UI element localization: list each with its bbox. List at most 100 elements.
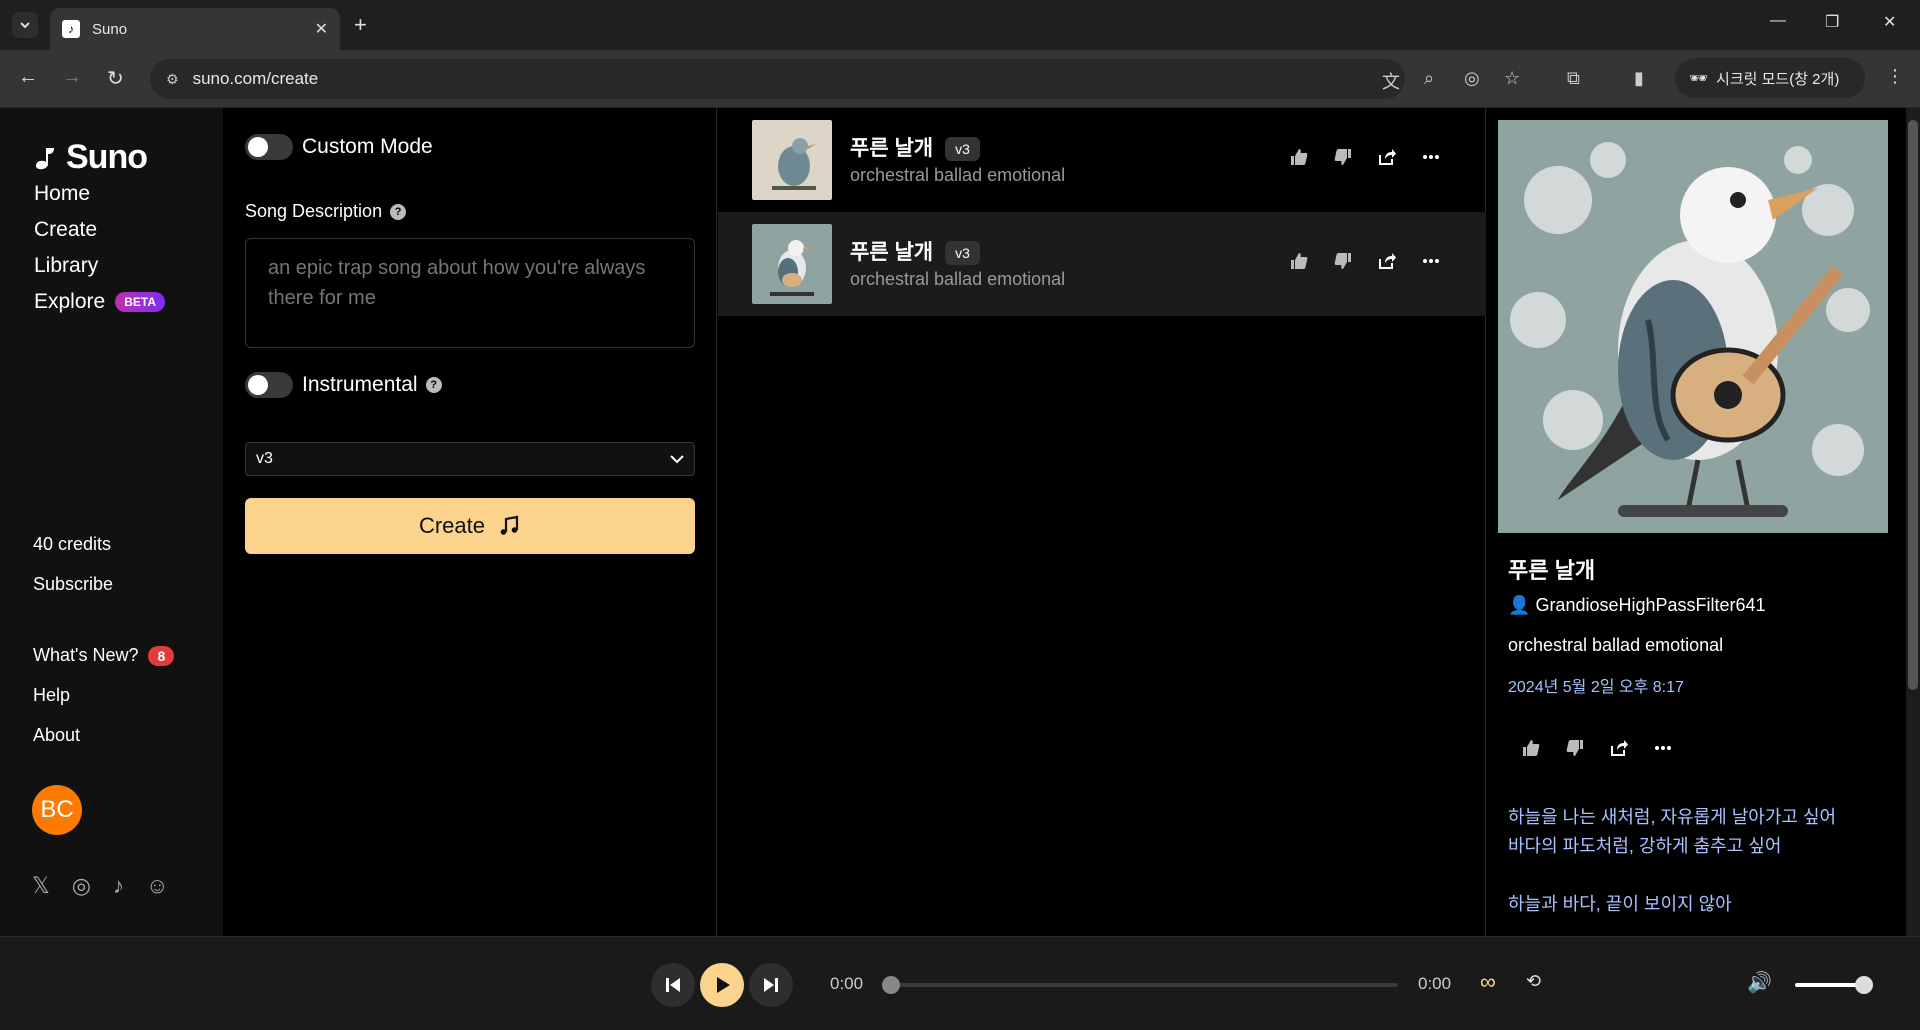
next-track-button[interactable] [749, 963, 793, 1007]
instrumental-label: Instrumental [302, 373, 418, 396]
more-options-icon[interactable] [1652, 737, 1674, 759]
detail-user[interactable]: 👤 GrandioseHighPassFilter641 [1508, 595, 1766, 616]
minimize-icon[interactable]: — [1770, 12, 1786, 30]
close-window-icon[interactable]: ✕ [1883, 12, 1896, 32]
song-description-input[interactable] [245, 238, 695, 348]
model-selected-value: v3 [256, 450, 273, 467]
tab-search-button[interactable] [12, 12, 38, 38]
new-tab-icon[interactable]: + [354, 12, 367, 38]
song-actions [1288, 250, 1442, 272]
chrome-menu-icon[interactable]: ⋮ [1886, 66, 1904, 87]
song-thumbnail[interactable] [752, 224, 832, 304]
help-icon[interactable]: ? [425, 377, 442, 394]
version-badge: v3 [945, 241, 980, 266]
side-panel-icon[interactable]: ▮ [1634, 68, 1644, 89]
bookmark-star-icon[interactable]: ☆ [1504, 68, 1520, 89]
nav-create[interactable]: Create [34, 218, 97, 242]
translate-icon[interactable]: 文 [1382, 68, 1400, 94]
subscribe-link[interactable]: Subscribe [33, 574, 113, 595]
address-bar[interactable]: ⚙ suno.com/create [150, 59, 1405, 99]
chevron-down-icon [20, 22, 30, 29]
site-info-icon[interactable]: ⚙ [166, 71, 179, 88]
instrumental-heading: Instrumental? [302, 373, 442, 397]
nav-library-label: Library [34, 254, 99, 277]
share-icon[interactable] [1376, 146, 1398, 168]
incognito-icon: 🕶 [1689, 70, 1709, 87]
whats-new-badge: 8 [148, 646, 175, 666]
tiktok-icon[interactable]: ♪ [113, 873, 124, 899]
thumbs-up-icon[interactable] [1288, 146, 1310, 168]
detail-actions [1520, 737, 1674, 759]
suno-app: Suno Home Create Library Explore BETA 40 … [0, 108, 1920, 936]
share-icon[interactable] [1376, 250, 1398, 272]
nav-home[interactable]: Home [34, 182, 90, 206]
chevron-down-icon [670, 455, 684, 464]
volume-icon[interactable]: 🔊 [1747, 970, 1772, 995]
song-actions [1288, 146, 1442, 168]
more-options-icon[interactable] [1420, 250, 1442, 272]
thumbs-up-icon[interactable] [1520, 737, 1542, 759]
about-link[interactable]: About [33, 725, 80, 746]
lyric-line [1508, 861, 1888, 890]
instrumental-toggle[interactable] [245, 372, 293, 398]
restore-icon[interactable]: ❐ [1825, 12, 1839, 32]
extensions-icon[interactable]: ⧉ [1567, 68, 1580, 89]
model-select[interactable]: v3 [245, 442, 695, 476]
progress-bar[interactable] [882, 976, 1398, 994]
song-title[interactable]: 푸른 날개 v3 [850, 132, 980, 162]
whats-new-link[interactable]: What's New? 8 [33, 645, 175, 666]
song-title-text: 푸른 날개 [850, 241, 934, 264]
infinite-loop-icon[interactable]: ∞ [1480, 969, 1496, 995]
play-icon [717, 977, 730, 993]
browser-tab-suno[interactable]: ♪ Suno ✕ [50, 8, 340, 50]
volume-slider[interactable] [1795, 976, 1873, 994]
reload-icon[interactable]: ↻ [107, 66, 124, 91]
nav-explore[interactable]: Explore BETA [34, 290, 165, 314]
share-icon[interactable] [1608, 737, 1630, 759]
repeat-icon[interactable]: ⟲ [1526, 971, 1541, 992]
create-button[interactable]: Create [245, 498, 695, 554]
help-link[interactable]: Help [33, 685, 70, 706]
detail-username: GrandioseHighPassFilter641 [1535, 595, 1766, 615]
detail-title: 푸른 날개 [1508, 558, 1596, 583]
volume-knob[interactable] [1855, 976, 1873, 994]
custom-mode-toggle[interactable] [245, 134, 293, 160]
tab-close-icon[interactable]: ✕ [315, 19, 328, 39]
back-icon[interactable]: ← [18, 66, 38, 89]
discord-icon[interactable]: ☺ [146, 873, 168, 899]
current-time: 0:00 [830, 974, 864, 993]
detail-tags: orchestral ballad emotional [1508, 635, 1724, 655]
song-title[interactable]: 푸른 날개 v3 [850, 236, 980, 266]
progress-knob[interactable] [882, 976, 900, 994]
thumbs-down-icon[interactable] [1332, 146, 1354, 168]
thumbs-down-icon[interactable] [1332, 250, 1354, 272]
lyric-line: 하늘과 바다, 끝이 보이지 않아 [1508, 894, 1732, 914]
song-row[interactable]: 푸른 날개 v3 orchestral ballad emotional [718, 212, 1486, 316]
song-thumbnail[interactable] [752, 120, 832, 200]
avatar[interactable]: BC [32, 785, 82, 835]
previous-track-button[interactable] [651, 963, 695, 1007]
skip-back-icon [666, 978, 680, 992]
song-list: 푸른 날개 v3 orchestral ballad emotional 푸른 날… [718, 108, 1486, 936]
nav-library[interactable]: Library [34, 254, 98, 278]
song-description-heading: Song Description? [245, 201, 407, 222]
help-icon[interactable]: ? [390, 204, 407, 221]
incognito-indicator[interactable]: 🕶 시크릿 모드(창 2개) [1675, 58, 1865, 98]
x-icon[interactable]: 𝕏 [32, 873, 50, 899]
detail-scrollbar[interactable] [1906, 108, 1920, 936]
forward-icon[interactable]: → [62, 66, 82, 89]
suno-logo[interactable]: Suno [32, 138, 148, 177]
detail-date: 2024년 5월 2일 오후 8:17 [1508, 679, 1684, 696]
eye-off-icon[interactable]: ◎ [1464, 68, 1480, 89]
logo-text: Suno [66, 138, 148, 176]
zoom-icon[interactable]: ⌕ [1424, 68, 1434, 89]
play-button[interactable] [700, 963, 744, 1007]
more-options-icon[interactable] [1420, 146, 1442, 168]
instagram-icon[interactable]: ◎ [72, 873, 91, 899]
song-detail-panel: 푸른 날개 👤 GrandioseHighPassFilter641 orche… [1486, 108, 1906, 936]
lyrics: 하늘을 나는 새처럼, 자유롭게 날아가고 싶어 바다의 파도처럼, 강하게 춤… [1508, 803, 1888, 919]
song-row[interactable]: 푸른 날개 v3 orchestral ballad emotional [718, 108, 1486, 212]
thumbs-up-icon[interactable] [1288, 250, 1310, 272]
thumbs-down-icon[interactable] [1564, 737, 1586, 759]
scrollbar-thumb[interactable] [1908, 120, 1918, 690]
